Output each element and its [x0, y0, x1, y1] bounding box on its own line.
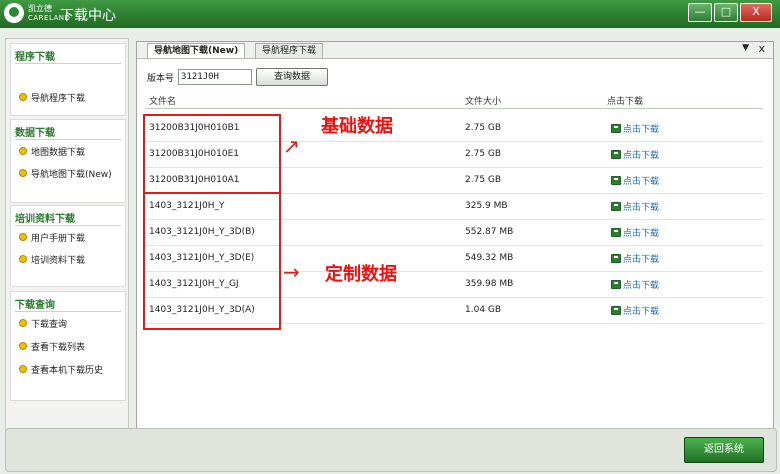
sidebar-item-label: 查看本机下载历史: [31, 365, 104, 376]
sidebar-item-label: 导航程序下载: [31, 93, 86, 104]
sidebar: 程序下载 导航程序下载 数据下载 地图数据下载 导航地图下载(New) 培训资料…: [5, 38, 129, 432]
dropdown-arrow-icon[interactable]: ▼: [742, 43, 749, 53]
bullet-icon: [19, 147, 27, 155]
version-input[interactable]: 3121J0H: [178, 69, 253, 85]
download-link[interactable]: 点击下载: [611, 304, 659, 317]
download-link-label: 点击下载: [623, 307, 660, 317]
annotation-basic-data: 基础数据: [321, 116, 393, 137]
divider: [15, 225, 121, 226]
divider: [15, 139, 121, 140]
sidebar-item-label: 查看下载列表: [31, 342, 86, 353]
sidebar-item-training-material[interactable]: 培训资料下载: [19, 252, 85, 266]
download-link-label: 点击下载: [623, 255, 660, 265]
restore-button[interactable]: □: [714, 3, 738, 22]
download-link-label: 点击下载: [623, 151, 660, 161]
column-header-size: 文件大小: [465, 97, 502, 107]
careland-logo-icon: [4, 3, 24, 23]
sidebar-item-label: 用户手册下载: [31, 233, 86, 244]
download-link[interactable]: 点击下载: [611, 148, 659, 161]
file-size: 1.04 GB: [465, 305, 502, 315]
section-title-data: 数据下载: [15, 128, 55, 139]
sidebar-item-program-download[interactable]: 导航程序下载: [19, 90, 85, 104]
bullet-icon: [19, 365, 27, 373]
file-size: 552.87 MB: [465, 227, 514, 237]
search-row: 版本号 3121J0H 查询数据: [147, 68, 329, 86]
bottom-bar: 返回系统: [5, 428, 777, 472]
arrow-icon: →: [283, 260, 300, 284]
back-to-system-button[interactable]: 返回系统: [684, 437, 764, 463]
sidebar-item-download-history[interactable]: 查看本机下载历史: [19, 362, 103, 376]
download-link[interactable]: 点击下载: [611, 278, 659, 291]
search-data-button[interactable]: 查询数据: [256, 68, 329, 86]
column-header-download: 点击下载: [607, 97, 644, 107]
header-divider: [145, 108, 763, 109]
download-icon: [611, 254, 621, 263]
custom-data-highlight: [143, 192, 281, 330]
download-link-label: 点击下载: [623, 125, 660, 135]
download-link-label: 点击下载: [623, 203, 660, 213]
download-icon: [611, 202, 621, 211]
download-icon: [611, 280, 621, 289]
window-title: 下载中心: [60, 8, 116, 24]
download-icon: [611, 228, 621, 237]
download-link[interactable]: 点击下载: [611, 226, 659, 239]
main-panel: 导航地图下载(New) 导航程序下载 ▼ x 版本号 3121J0H 查询数据 …: [136, 41, 774, 441]
sidebar-item-map-data[interactable]: 地图数据下载: [19, 144, 85, 158]
close-button[interactable]: X: [740, 3, 772, 22]
minimize-button[interactable]: —: [688, 3, 712, 22]
section-program: 程序下载 导航程序下载: [10, 43, 126, 116]
tab-bar: 导航地图下载(New) 导航程序下载 ▼ x: [137, 42, 773, 59]
section-query: 下载查询 下载查询 查看下载列表 查看本机下载历史: [10, 291, 126, 401]
bullet-icon: [19, 169, 27, 177]
arrow-icon: ↗: [283, 134, 300, 158]
download-link-label: 点击下载: [623, 177, 660, 187]
sidebar-item-nav-map[interactable]: 导航地图下载(New): [19, 166, 112, 180]
bullet-icon: [19, 255, 27, 263]
sidebar-item-label: 下载查询: [31, 319, 68, 330]
download-icon: [611, 306, 621, 315]
download-icon: [611, 150, 621, 159]
download-link[interactable]: 点击下载: [611, 174, 659, 187]
sidebar-item-download-query[interactable]: 下载查询: [19, 316, 67, 330]
close-icon[interactable]: x: [758, 42, 765, 55]
sidebar-item-label: 地图数据下载: [31, 147, 86, 158]
sidebar-item-download-list[interactable]: 查看下载列表: [19, 339, 85, 353]
tab-nav-map-download[interactable]: 导航地图下载(New): [147, 43, 246, 58]
download-link[interactable]: 点击下载: [611, 200, 659, 213]
section-title-training: 培训资料下载: [15, 214, 75, 225]
brand-name: 凯立德: [28, 4, 52, 13]
file-size: 549.32 MB: [465, 253, 514, 263]
title-bar: 凯立德 CARELAND 下载中心 — □ X: [0, 0, 780, 28]
download-link-label: 点击下载: [623, 229, 660, 239]
section-data: 数据下载 地图数据下载 导航地图下载(New): [10, 119, 126, 203]
download-icon: [611, 176, 621, 185]
section-title-query: 下载查询: [15, 300, 55, 311]
file-size: 325.9 MB: [465, 201, 508, 211]
basic-data-highlight: [143, 114, 281, 194]
sidebar-item-label: 导航地图下载(New): [31, 169, 112, 180]
download-link[interactable]: 点击下载: [611, 252, 659, 265]
annotation-custom-data: 定制数据: [325, 264, 397, 285]
version-label: 版本号: [147, 73, 175, 84]
download-link[interactable]: 点击下载: [611, 122, 659, 135]
file-size: 359.98 MB: [465, 279, 514, 289]
tab-nav-program-download[interactable]: 导航程序下载: [255, 43, 324, 58]
content-frame: 程序下载 导航程序下载 数据下载 地图数据下载 导航地图下载(New) 培训资料…: [0, 28, 780, 474]
file-size: 2.75 GB: [465, 123, 502, 133]
divider: [15, 63, 121, 64]
download-link-label: 点击下载: [623, 281, 660, 291]
section-training: 培训资料下载 用户手册下载 培训资料下载: [10, 205, 126, 287]
sidebar-item-label: 培训资料下载: [31, 255, 86, 266]
download-icon: [611, 124, 621, 133]
sidebar-item-user-manual[interactable]: 用户手册下载: [19, 230, 85, 244]
bullet-icon: [19, 93, 27, 101]
column-header-filename: 文件名: [149, 97, 177, 107]
file-size: 2.75 GB: [465, 149, 502, 159]
bullet-icon: [19, 342, 27, 350]
bullet-icon: [19, 233, 27, 241]
file-size: 2.75 GB: [465, 175, 502, 185]
section-title-program: 程序下载: [15, 52, 55, 63]
bullet-icon: [19, 319, 27, 327]
divider: [15, 311, 121, 312]
